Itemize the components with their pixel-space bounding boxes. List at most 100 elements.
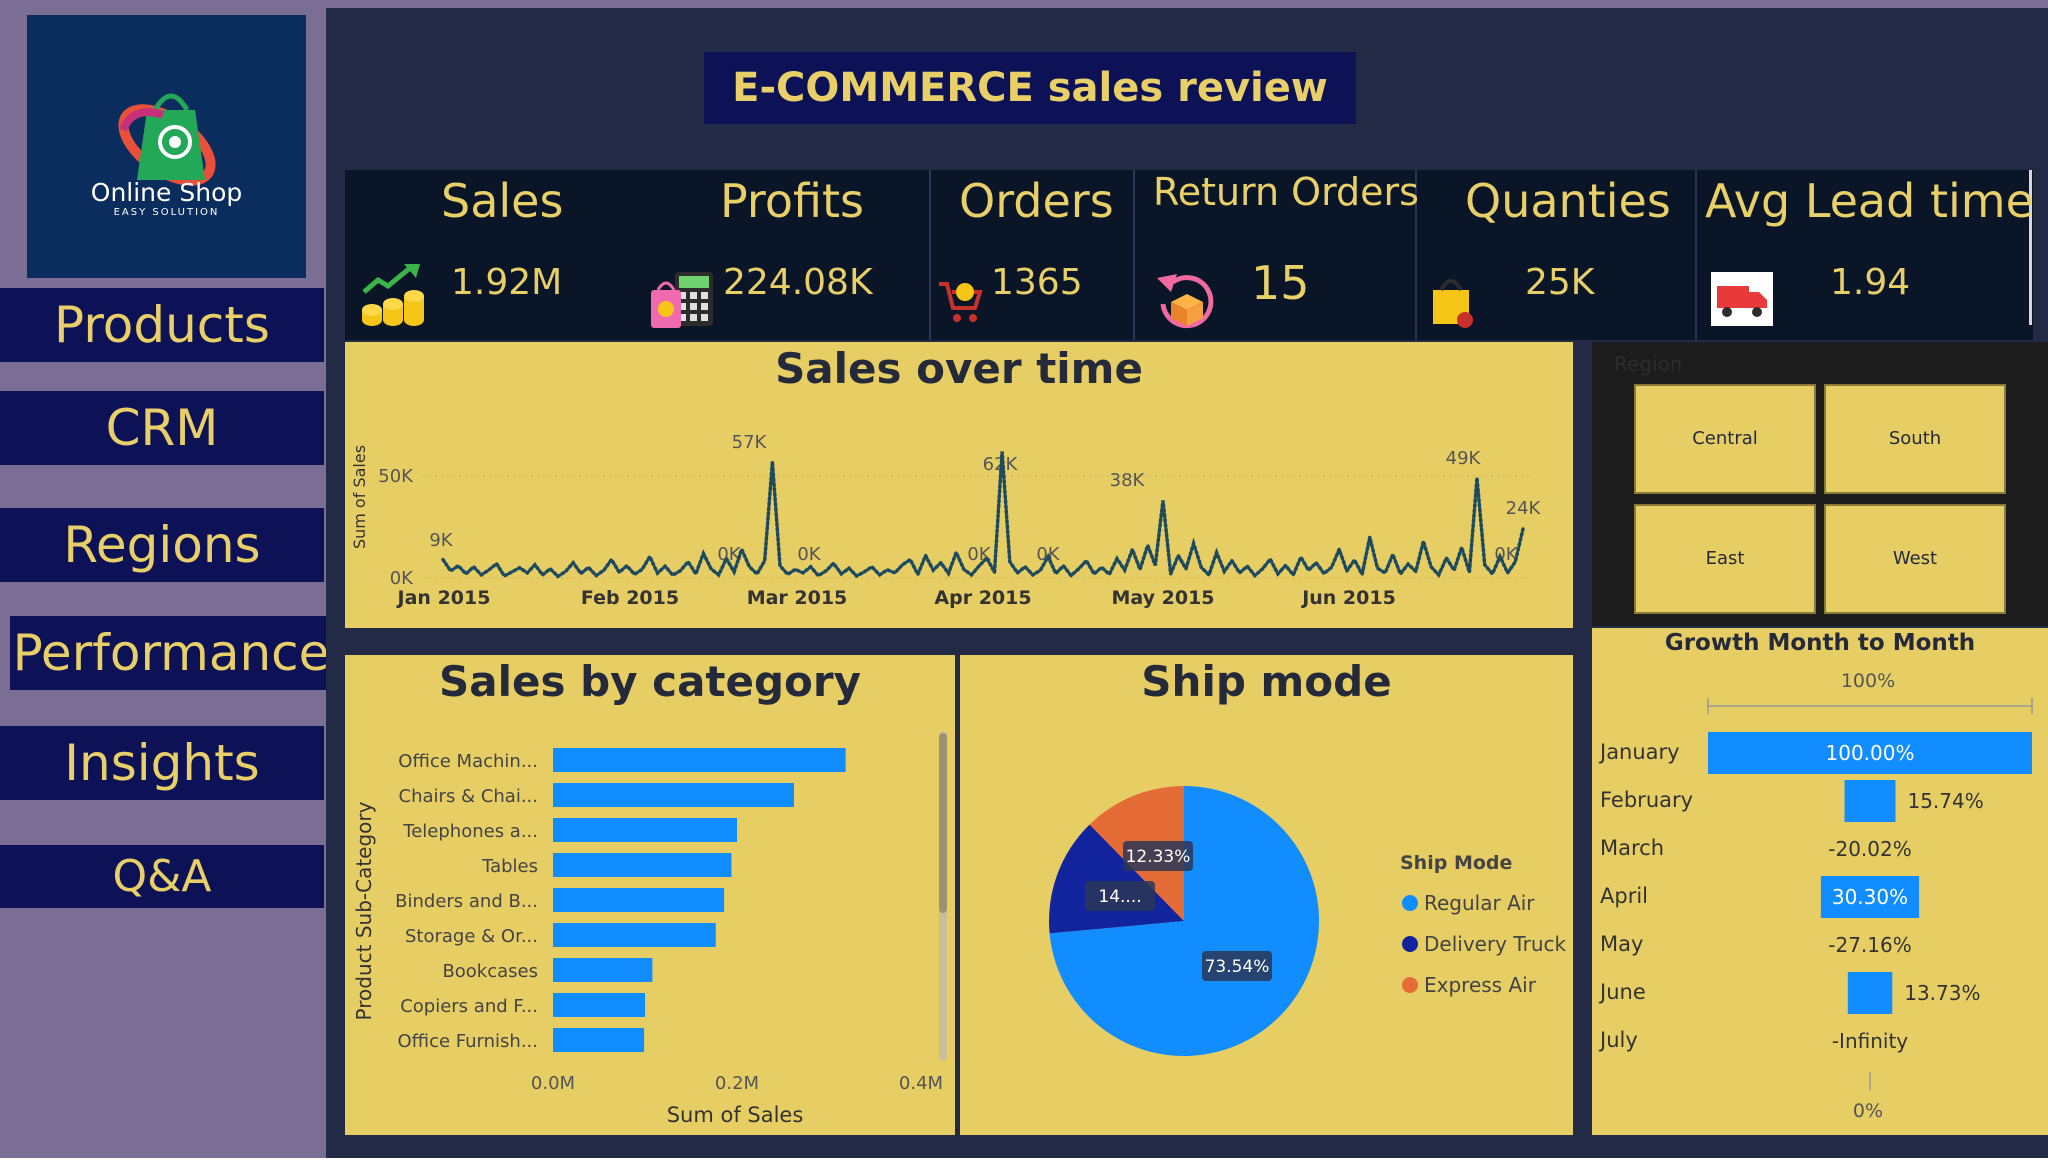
category-label: Office Machin... — [398, 751, 538, 772]
sales-over-time-card: Sales over time Sum of Sales 50K 0K Jan … — [345, 342, 1573, 628]
nav-insights-button[interactable]: Insights — [0, 726, 324, 800]
growth-bar — [1847, 972, 1893, 1014]
category-label: Bookcases — [442, 961, 538, 982]
data-label: 49K — [1446, 448, 1482, 469]
category-bar — [553, 1028, 645, 1052]
growth-month-label: April — [1600, 884, 1648, 908]
shopping-calculator-icon — [651, 272, 713, 328]
legend-marker — [1402, 895, 1418, 911]
category-scrollbar-thumb[interactable] — [939, 733, 947, 913]
data-label: 57K — [732, 432, 768, 453]
category-label: Chairs & Chai... — [399, 786, 538, 807]
category-bar — [553, 783, 794, 807]
region-south-button[interactable]: South — [1824, 384, 2006, 494]
ship-mode-pie-chart: 73.54% 14.... 12.33% Ship Mode Regular Air De… — [1049, 786, 1567, 1056]
online-shop-logo: Online Shop EASY SOLUTION — [27, 15, 306, 278]
growth-value-label: -27.16% — [1828, 933, 1911, 957]
region-slicer-header: Region — [1614, 352, 1683, 376]
nav-products-button[interactable]: Products — [0, 288, 324, 362]
pie-slice-label: 73.54% — [1205, 957, 1270, 977]
x-tick-label: May 2015 — [1111, 587, 1214, 609]
category-bar — [553, 818, 737, 842]
category-bar — [553, 853, 732, 877]
ship-mode-card: Ship mode 73.54% 14.... 12.33% Ship Mode Reg… — [960, 655, 1573, 1135]
data-label: 0K — [797, 544, 821, 565]
category-label: Binders and B... — [395, 891, 538, 912]
category-label: Copiers and F... — [400, 996, 538, 1017]
x-tick-label: 0.2M — [715, 1073, 759, 1094]
growth-chart: January 100.00% February 15.74% March -20.02%… — [1598, 698, 2033, 1090]
category-bar — [553, 888, 725, 912]
kpi-strip: Sales 1.92M Profits 224.08K Orders 1365 — [345, 170, 2034, 340]
page-title: E-COMMERCE sales review — [704, 52, 1356, 124]
legend-marker — [1402, 936, 1418, 952]
category-scrollbar[interactable] — [939, 731, 947, 1061]
category-bar — [553, 923, 716, 947]
kpi-profits-label: Profits — [720, 174, 864, 228]
logo-tagline: EASY SOLUTION — [113, 207, 220, 218]
y-tick-label: 0K — [390, 568, 414, 589]
legend-title: Ship Mode — [1400, 852, 1512, 874]
region-slicer: Region Central South East West — [1592, 342, 2048, 626]
growth-bar — [1844, 780, 1896, 822]
kpi-orders-value: 1365 — [991, 262, 1083, 303]
growth-value-label: -Infinity — [1832, 1029, 1908, 1053]
category-ylabel: Product Sub-Category — [352, 801, 376, 1020]
region-west-button[interactable]: West — [1824, 504, 2006, 614]
delivery-truck-icon — [1711, 272, 1773, 326]
data-label: 38K — [1110, 470, 1146, 491]
x-tick-label: Mar 2015 — [747, 587, 848, 609]
kpi-divider — [929, 170, 931, 340]
cart-icon — [939, 282, 983, 322]
x-tick-label: Jan 2015 — [396, 587, 491, 609]
region-central-button[interactable]: Central — [1634, 384, 1816, 494]
data-label: 24K — [1506, 498, 1542, 519]
sales-by-category-chart: Office Machin... Chairs & Chai... Telephon… — [352, 748, 943, 1127]
x-tick-label: 0.0M — [531, 1073, 575, 1094]
growth-month-label: May — [1600, 932, 1643, 956]
shopping-bag-icon — [1433, 279, 1473, 328]
kpi-return-orders-label: Return Orders — [1153, 170, 1419, 214]
category-bar — [553, 993, 645, 1017]
category-bar — [553, 958, 653, 982]
legend-label: Delivery Truck — [1424, 932, 1567, 956]
kpi-sales-value: 1.92M — [451, 262, 563, 303]
logo-name: Online Shop — [90, 178, 243, 207]
growth-month-label: February — [1600, 788, 1693, 812]
growth-value-label: 15.74% — [1907, 789, 1983, 813]
nav-performance-button[interactable]: Performance — [10, 616, 332, 690]
growth-month-label: January — [1598, 740, 1680, 764]
legend-marker — [1402, 977, 1418, 993]
money-growth-icon — [362, 264, 424, 326]
sales-by-category-card: Sales by category Office Machin... Chairs… — [345, 655, 955, 1135]
growth-value-label: 30.30% — [1832, 885, 1908, 909]
nav-regions-button[interactable]: Regions — [0, 508, 324, 582]
growth-month-label: June — [1598, 980, 1646, 1004]
category-label: Storage & Or... — [405, 926, 538, 947]
nav-crm-button[interactable]: CRM — [0, 391, 324, 465]
category-label: Office Furnish... — [398, 1031, 538, 1052]
kpi-quanties-value: 25K — [1525, 262, 1595, 303]
category-bar — [553, 748, 846, 772]
x-tick-label: Jun 2015 — [1300, 587, 1396, 609]
x-tick-label: Apr 2015 — [934, 587, 1031, 609]
app-window: Online Shop EASY SOLUTION Products CRM R… — [0, 0, 2048, 1158]
sales-ylabel: Sum of Sales — [350, 445, 369, 549]
pie-slice-label: 14.... — [1098, 887, 1141, 907]
legend-label: Regular Air — [1424, 891, 1535, 915]
category-label: Tables — [481, 856, 538, 877]
x-tick-label: Feb 2015 — [581, 587, 679, 609]
nav-qa-button[interactable]: Q&A — [0, 845, 324, 908]
growth-month-label: July — [1598, 1028, 1638, 1052]
y-tick-label: 50K — [378, 466, 414, 487]
pie-slice-label: 12.33% — [1126, 847, 1191, 867]
region-east-button[interactable]: East — [1634, 504, 1816, 614]
x-tick-label: 0.4M — [899, 1073, 943, 1094]
sales-over-time-chart: Sum of Sales 50K 0K Jan 2015 Feb 2015 Ma… — [350, 432, 1542, 609]
category-xlabel: Sum of Sales — [667, 1103, 804, 1127]
growth-month-label: March — [1600, 836, 1664, 860]
kpi-orders-label: Orders — [959, 174, 1114, 228]
growth-value-label: 100.00% — [1826, 741, 1915, 765]
return-box-icon — [1157, 274, 1214, 329]
data-label: 9K — [429, 530, 453, 551]
